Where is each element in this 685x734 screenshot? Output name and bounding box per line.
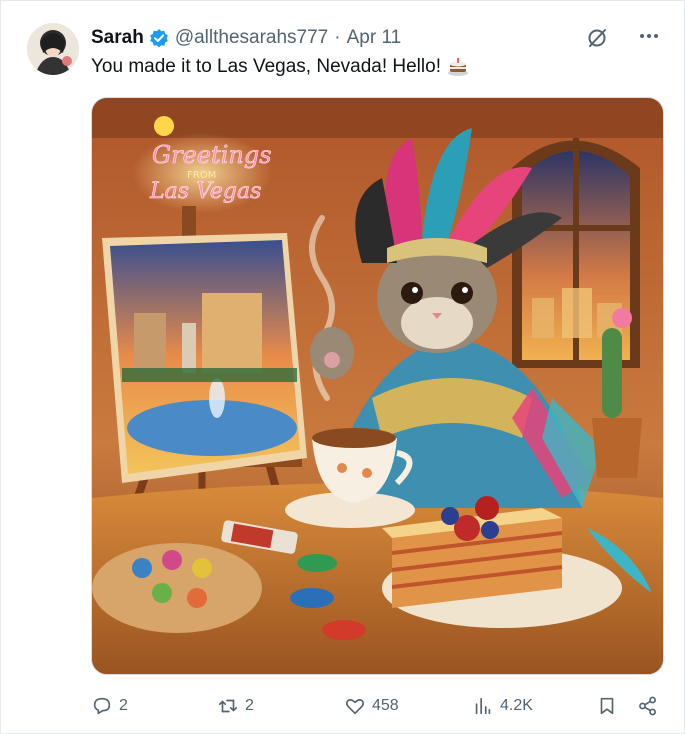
- bookmark-button[interactable]: [596, 691, 624, 721]
- like-button[interactable]: 458: [344, 691, 399, 721]
- reply-count: 2: [119, 697, 128, 714]
- neon-sign-line1: Greetings: [152, 141, 272, 169]
- grok-icon[interactable]: [586, 27, 608, 49]
- repost-button[interactable]: 2: [217, 691, 254, 721]
- post-image[interactable]: Greetings FROM Las Vegas: [91, 97, 664, 675]
- tweet-header: Sarah @allthesarahs777 · Apr 11: [91, 25, 664, 51]
- tweet-text-row: You made it to Las Vegas, Nevada! Hello!: [91, 56, 469, 78]
- reply-button[interactable]: 2: [91, 691, 128, 721]
- repost-icon: [218, 699, 238, 713]
- tweet-text: You made it to Las Vegas, Nevada! Hello!: [91, 56, 441, 77]
- views-button[interactable]: 4.2K: [472, 691, 533, 721]
- repost-count: 2: [245, 697, 254, 714]
- tweet-card: Sarah @allthesarahs777 · Apr 11 You made…: [0, 0, 685, 734]
- heart-icon: [346, 699, 364, 715]
- separator-dot: ·: [334, 27, 341, 48]
- neon-sign-line3: Las Vegas: [149, 179, 261, 204]
- cake-icon: [447, 56, 469, 78]
- share-button[interactable]: [637, 691, 665, 721]
- author-name[interactable]: Sarah: [91, 27, 144, 49]
- bookmark-icon: [600, 697, 614, 715]
- analytics-icon: [475, 697, 491, 715]
- share-icon: [639, 696, 656, 716]
- views-count: 4.2K: [500, 697, 533, 714]
- avatar[interactable]: [27, 23, 79, 75]
- action-bar: 2 2 458 4.2K: [91, 691, 662, 721]
- more-options-icon[interactable]: [636, 25, 662, 47]
- author-handle[interactable]: @allthesarahs777: [175, 27, 328, 49]
- post-date[interactable]: Apr 11: [347, 27, 402, 49]
- like-count: 458: [372, 697, 399, 714]
- verified-badge-icon: [149, 28, 169, 48]
- reply-icon: [93, 697, 111, 715]
